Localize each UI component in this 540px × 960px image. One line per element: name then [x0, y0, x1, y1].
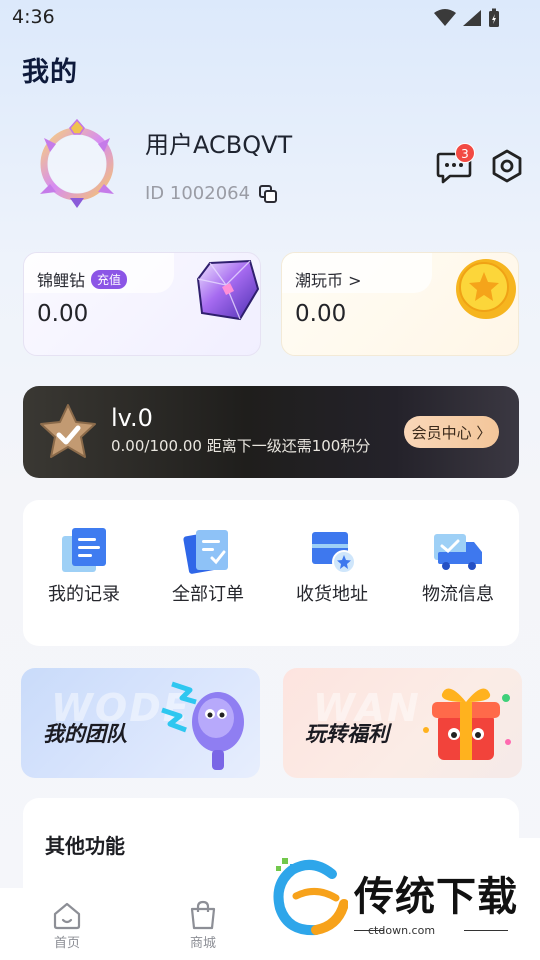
quick-item-records[interactable]: 我的记录 [29, 526, 139, 616]
home-icon [53, 902, 81, 930]
record-icon [62, 528, 106, 572]
status-time: 4:36 [12, 6, 55, 28]
quick-item-orders[interactable]: 全部订单 [153, 526, 263, 616]
trend-coin-card[interactable]: 潮玩币 > 0.00 [281, 252, 519, 356]
signal-icon [463, 10, 481, 26]
watermark-url: ctdown.com [368, 924, 436, 937]
quick-item-logistics[interactable]: 物流信息 [403, 526, 513, 616]
member-center-button[interactable]: 会员中心 〉 [404, 416, 499, 448]
koi-diamond-value: 0.00 [37, 301, 89, 327]
status-icons [434, 8, 500, 28]
gift-box-icon [423, 688, 511, 760]
battery-icon [489, 8, 499, 27]
shopping-bag-icon [190, 900, 216, 930]
nav-mall[interactable]: 商城 [173, 900, 233, 951]
other-functions-title: 其他功能 [45, 834, 125, 858]
copy-icon[interactable] [258, 184, 278, 204]
settings-icon[interactable] [489, 148, 525, 184]
user-id-row: ID 1002064 [145, 183, 278, 204]
welfare-banner[interactable]: WAN 玩转福利 [283, 668, 522, 778]
megaphone-icon [161, 681, 244, 770]
watermark-logo: 传统下载 ctdown.com [268, 838, 540, 960]
trend-coin-value: 0.00 [295, 301, 347, 327]
nav-home-label: 首页 [53, 936, 80, 951]
vip-progress-text: 0.00/100.00 距离下一级还需100积分 [111, 437, 371, 455]
address-icon [312, 532, 356, 574]
username: 用户ACBQVT [145, 131, 293, 159]
orders-icon [183, 530, 228, 574]
my-team-banner[interactable]: WODE 我的团队 [21, 668, 260, 778]
quick-label-logistics: 物流信息 [422, 584, 494, 605]
koi-diamond-card[interactable]: 锦鲤钻 充值 0.00 [23, 252, 261, 356]
koi-diamond-label: 锦鲤钻 [37, 271, 86, 290]
watermark-swirl-icon [273, 858, 348, 936]
page-title: 我的 [22, 57, 78, 88]
purple-gem-icon [196, 259, 260, 321]
quick-label-orders: 全部订单 [172, 584, 244, 605]
user-id: ID 1002064 [145, 183, 251, 204]
star-badge-icon [40, 404, 96, 458]
trend-coin-label[interactable]: 潮玩币 > [295, 267, 362, 291]
watermark-brand: 传统下载 [354, 874, 518, 920]
vip-level-bar[interactable]: lv.0 0.00/100.00 距离下一级还需100积分 会员中心 〉 [23, 386, 519, 478]
team-title: 我的团队 [43, 722, 127, 746]
quick-label-records: 我的记录 [48, 584, 120, 605]
wifi-icon [434, 9, 456, 26]
nav-mall-label: 商城 [189, 936, 216, 951]
recharge-tag[interactable]: 充值 [91, 269, 128, 289]
logistics-icon [434, 534, 482, 570]
gold-coin-icon [456, 259, 516, 319]
nav-home[interactable]: 首页 [37, 900, 97, 951]
quick-menu-panel: 我的记录 全部订单 收货地址 物流信息 [23, 500, 519, 646]
welfare-title: 玩转福利 [305, 722, 389, 746]
quick-label-address: 收货地址 [296, 584, 368, 605]
quick-item-address[interactable]: 收货地址 [277, 526, 387, 616]
vip-level: lv.0 [111, 404, 153, 432]
message-count-badge: 3 [455, 143, 475, 163]
avatar-frame-icon[interactable] [30, 118, 124, 210]
